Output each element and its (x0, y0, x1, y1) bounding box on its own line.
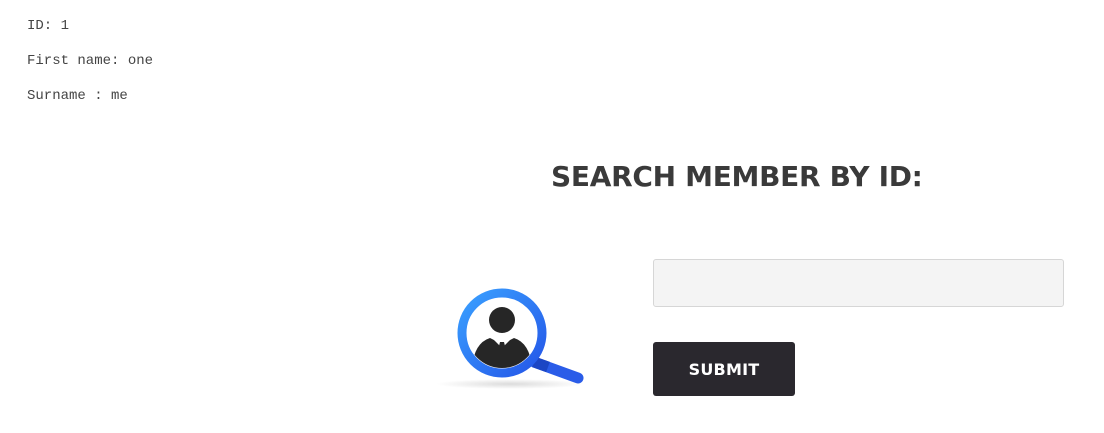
result-first-name: First name: one (27, 53, 154, 69)
query-result: ID: 1 First name: one Surname : me (27, 14, 153, 119)
result-id: ID: 1 (27, 18, 70, 34)
member-id-input[interactable] (653, 259, 1064, 307)
submit-button[interactable]: SUBMIT (653, 342, 795, 396)
result-surname: Surname : me (27, 88, 128, 104)
search-title: SEARCH MEMBER BY ID: (551, 160, 923, 193)
magnifier-user-icon (430, 280, 595, 395)
